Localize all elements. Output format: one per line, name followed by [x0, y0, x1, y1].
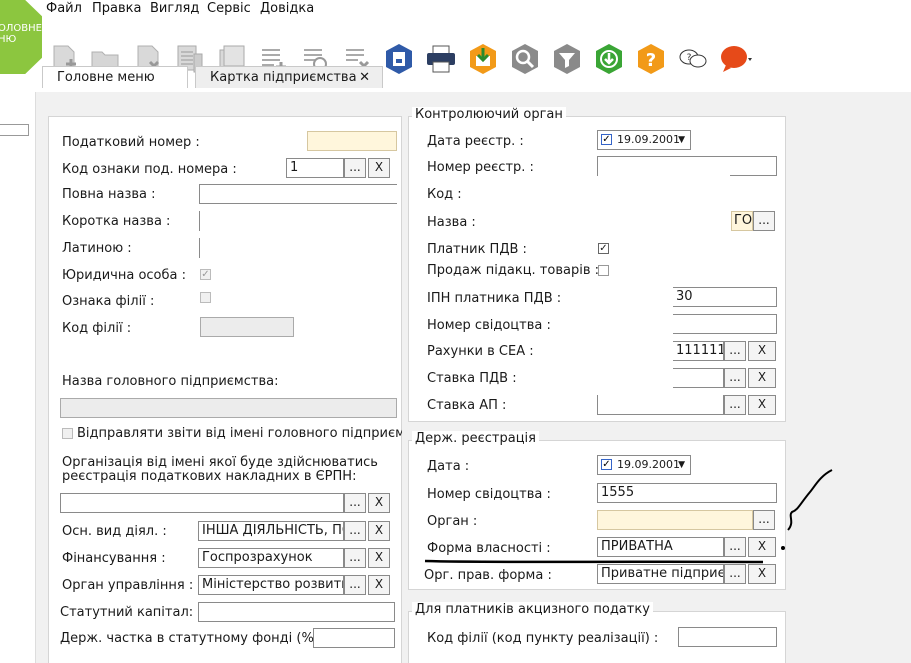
sea-accounts-label: Рахунки в СЕА : — [427, 344, 534, 359]
tax-number-input[interactable] — [307, 131, 397, 151]
head-company-label: Назва головного підприємства: — [62, 374, 279, 389]
sub-number-code-input[interactable]: 1 — [286, 158, 344, 178]
mgmt-body-input[interactable]: Міністерство розвитку — [198, 575, 344, 595]
menu-file[interactable]: Файл — [46, 1, 82, 16]
state-share-label: Держ. частка в статутному фонді (%): — [60, 631, 324, 646]
sub-number-code-label: Код ознаки под. номера : — [62, 162, 237, 177]
reg-number-input[interactable] — [597, 156, 777, 176]
tab-main-menu-label: Головне меню — [57, 70, 155, 85]
reg-date-label: Дата реєстр. : — [427, 134, 524, 149]
ap-rate-browse-button[interactable]: ... — [724, 395, 746, 415]
menu-view[interactable]: Вигляд — [150, 1, 199, 16]
menu-service[interactable]: Сервіс — [207, 1, 251, 16]
state-share-input[interactable] — [313, 628, 395, 648]
svg-text:?: ? — [687, 53, 692, 63]
latin-name-input[interactable] — [199, 238, 397, 258]
org-erpn-clear-button[interactable]: X — [368, 493, 390, 513]
reg-number-underline — [730, 175, 777, 176]
reg-date-picker[interactable]: ✓ 19.09.2001 ▼ — [597, 130, 691, 150]
branch-code-input[interactable] — [200, 317, 294, 337]
menu-help[interactable]: Довідка — [260, 1, 314, 16]
ap-rate-label: Ставка АП : — [427, 398, 507, 413]
authority-name-browse-button[interactable]: ... — [753, 211, 775, 231]
org-note-line2: реєстрація податкових накладних в ЄРПН: — [62, 469, 357, 484]
send-reports-checkbox[interactable] — [62, 428, 73, 439]
excise-branch-code-input[interactable] — [678, 627, 777, 647]
sub-number-code-browse-button[interactable]: ... — [344, 158, 366, 178]
control-authority-title: Контролюючий орган — [412, 107, 566, 122]
tab-company-card-label: Картка підприємства — [210, 70, 357, 85]
ap-rate-input[interactable] — [597, 395, 724, 415]
vat-rate-input[interactable] — [673, 368, 724, 388]
excise-branch-code-label: Код філії (код пункту реалізації) : — [427, 631, 659, 646]
chevron-down-icon[interactable]: ▼ — [678, 131, 685, 149]
vat-ipn-input[interactable]: 30 — [673, 287, 777, 307]
short-name-label: Коротка назва : — [62, 214, 171, 229]
left-nav-panel — [0, 92, 36, 663]
org-note-line1: Організація від імені якої буде здійснюв… — [62, 455, 378, 470]
full-name-input[interactable] — [199, 184, 397, 204]
logo-text: ОЛОВНЕ НЮ — [0, 23, 42, 45]
mgmt-body-clear-button[interactable]: X — [368, 575, 390, 595]
authority-name-label: Назва : — [427, 215, 476, 230]
reg-number-label: Номер реєстр. : — [427, 160, 534, 175]
excise-sales-label: Продаж підакц. товарів : — [427, 263, 600, 278]
reg-date-value: 19.09.2001 — [617, 133, 680, 146]
sub-number-code-clear-button[interactable]: X — [368, 158, 390, 178]
branch-flag-label: Ознака філії : — [62, 294, 155, 309]
tab-main-menu[interactable]: Головне меню — [42, 66, 188, 88]
sea-accounts-browse-button[interactable]: ... — [724, 341, 746, 361]
reg-date-checkbox[interactable]: ✓ — [601, 134, 612, 145]
cert-number-label: Номер свідоцтва : — [427, 318, 551, 333]
latin-name-label: Латиною : — [62, 241, 132, 256]
tab-company-card[interactable]: Картка підприємства ✕ — [195, 66, 383, 88]
cut-off-text-fragment — [427, 658, 717, 663]
vat-ipn-label: ІПН платника ПДВ : — [427, 291, 562, 306]
tax-number-label: Податковий номер : — [62, 135, 200, 150]
vat-rate-clear-button[interactable]: X — [748, 368, 776, 388]
cert-number-input[interactable] — [673, 314, 777, 334]
send-reports-label: Відправляти звіти від імені головного пі… — [77, 426, 402, 441]
sea-accounts-clear-button[interactable]: X — [748, 341, 776, 361]
mgmt-body-label: Орган управління : — [62, 578, 194, 593]
authority-name-input[interactable]: ГО. — [731, 211, 753, 231]
vat-payer-checkbox[interactable]: ✓ — [598, 243, 609, 254]
ap-rate-clear-button[interactable]: X — [748, 395, 776, 415]
financing-input[interactable]: Госпрозрахунок — [198, 548, 344, 568]
main-activity-browse-button[interactable]: ... — [344, 521, 366, 541]
branch-code-label: Код філії : — [62, 321, 132, 336]
full-name-label: Повна назва : — [62, 187, 156, 202]
menu-edit[interactable]: Правка — [92, 1, 141, 16]
excise-sales-checkbox[interactable] — [598, 265, 609, 276]
sea-accounts-input[interactable]: 1111111 — [673, 341, 724, 361]
financing-clear-button[interactable]: X — [368, 548, 390, 568]
state-registration-title: Держ. реєстрація — [412, 431, 539, 446]
main-activity-clear-button[interactable]: X — [368, 521, 390, 541]
cut-off-row — [427, 655, 717, 663]
handwritten-annotation — [424, 469, 833, 564]
vat-payer-label: Платник ПДВ : — [427, 242, 527, 257]
financing-browse-button[interactable]: ... — [344, 548, 366, 568]
nav-collapsed-item[interactable] — [0, 124, 29, 136]
legal-entity-label: Юридична особа : — [62, 268, 187, 283]
head-company-input[interactable] — [60, 398, 397, 418]
toolbar: ? ? — [42, 20, 911, 75]
main-activity-label: Осн. вид діял. : — [62, 524, 167, 539]
org-erpn-browse-button[interactable]: ... — [344, 493, 366, 513]
short-name-input[interactable] — [199, 211, 397, 231]
close-icon[interactable]: ✕ — [359, 67, 370, 89]
branch-flag-checkbox[interactable] — [200, 292, 211, 303]
vat-rate-label: Ставка ПДВ : — [427, 371, 517, 386]
org-erpn-input[interactable] — [60, 493, 344, 513]
vat-rate-browse-button[interactable]: ... — [724, 368, 746, 388]
excise-panel-title: Для платників акцизного податку — [412, 602, 653, 617]
main-activity-input[interactable]: ІНША ДІЯЛЬНІСТЬ, ПО — [198, 521, 344, 541]
menu-bar: Файл Правка Вигляд Сервіс Довідка — [0, 0, 911, 20]
code-label: Код : — [427, 187, 462, 202]
financing-label: Фінансування : — [62, 551, 166, 566]
capital-label: Статутний капітал: — [60, 605, 194, 620]
capital-input[interactable] — [198, 602, 395, 622]
legal-entity-checkbox[interactable]: ✓ — [200, 269, 211, 280]
mgmt-body-browse-button[interactable]: ... — [344, 575, 366, 595]
